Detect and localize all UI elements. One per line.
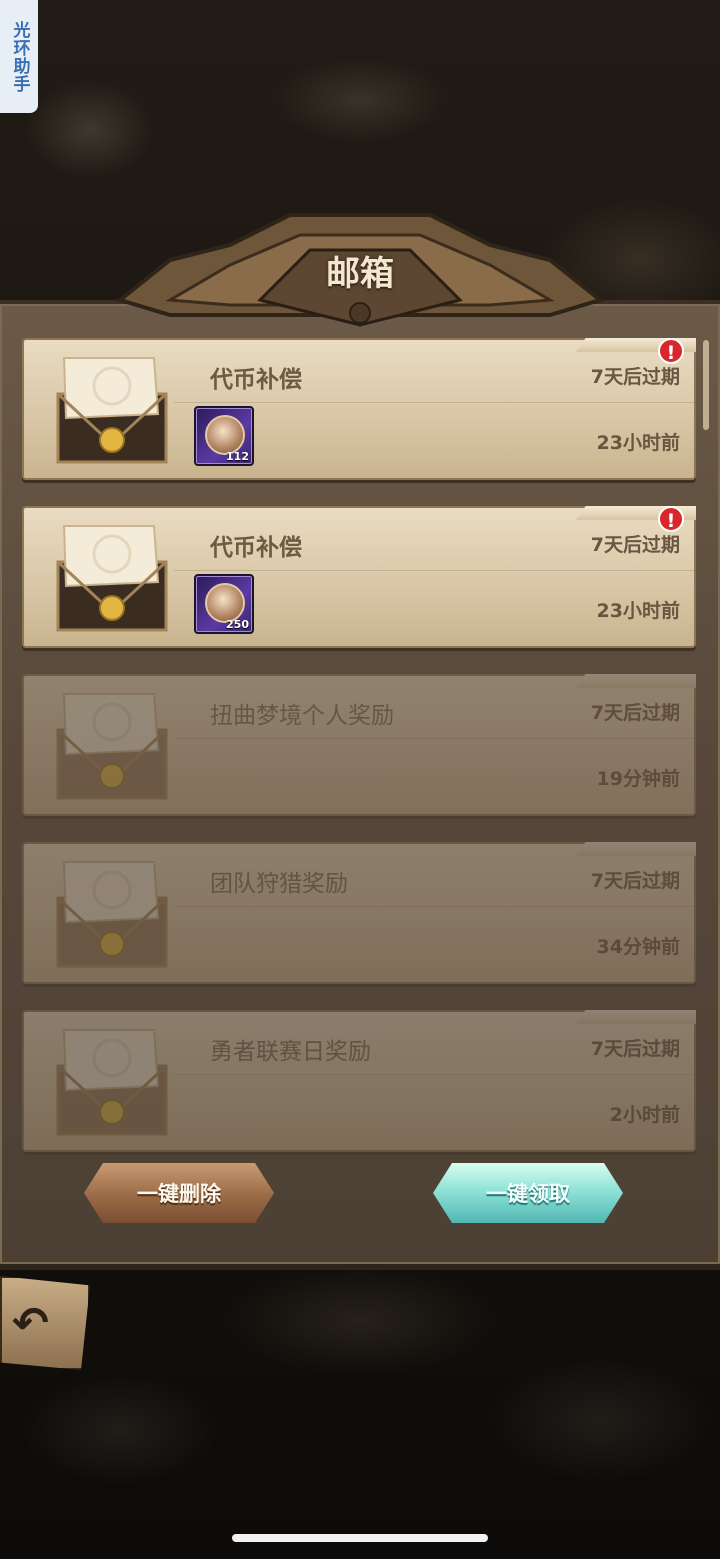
mail-item[interactable]: 代币补偿 7天后过期 23小时前 ! 112 xyxy=(22,338,696,480)
mail-title: 勇者联赛日奖励 xyxy=(210,1039,371,1065)
claim-all-button[interactable]: 一键领取 xyxy=(433,1163,623,1223)
back-arrow-icon: ↶ xyxy=(12,1298,49,1349)
unread-alert-icon: ! xyxy=(658,338,684,364)
mail-time: 19分钟前 xyxy=(596,768,680,790)
mail-time: 23小时前 xyxy=(596,432,680,454)
envelope-icon xyxy=(56,861,168,968)
mail-time: 34分钟前 xyxy=(596,936,680,958)
reward-count: 250 xyxy=(226,618,249,631)
mail-time: 2小时前 xyxy=(609,1104,680,1126)
back-button[interactable]: ↶ xyxy=(0,1276,90,1370)
mailbox-title: 邮箱 xyxy=(326,254,394,294)
mail-title: 团队狩猎奖励 xyxy=(210,871,348,897)
home-indicator[interactable] xyxy=(232,1534,488,1542)
mail-item[interactable]: 勇者联赛日奖励 7天后过期 2小时前 xyxy=(22,1010,696,1152)
mail-list: 代币补偿 7天后过期 23小时前 ! 112 代币补偿 7天后过期 23小时前 … xyxy=(22,338,696,1178)
mail-title: 代币补偿 xyxy=(210,535,302,561)
envelope-icon xyxy=(56,1029,168,1136)
mail-item[interactable]: 代币补偿 7天后过期 23小时前 ! 250 xyxy=(22,506,696,648)
mail-title: 扭曲梦境个人奖励 xyxy=(210,703,394,729)
halo-assistant-tab[interactable]: 光环助手 xyxy=(0,0,38,113)
corner-fold xyxy=(576,842,696,856)
unread-alert-icon: ! xyxy=(658,506,684,532)
mail-expire: 7天后过期 xyxy=(590,366,680,388)
mail-item[interactable]: 团队狩猎奖励 7天后过期 34分钟前 xyxy=(22,842,696,984)
mail-expire: 7天后过期 xyxy=(590,870,680,892)
delete-all-button[interactable]: 一键删除 xyxy=(84,1163,274,1223)
corner-fold xyxy=(576,1010,696,1024)
list-scrollbar[interactable] xyxy=(703,340,709,430)
mail-item[interactable]: 扭曲梦境个人奖励 7天后过期 19分钟前 xyxy=(22,674,696,816)
reward-item[interactable]: 250 xyxy=(194,574,254,634)
mail-expire: 7天后过期 xyxy=(590,702,680,724)
corner-fold xyxy=(576,674,696,688)
envelope-icon xyxy=(56,693,168,800)
mail-expire: 7天后过期 xyxy=(590,1038,680,1060)
clover-coin-icon xyxy=(205,583,245,623)
clover-coin-icon xyxy=(205,415,245,455)
envelope-icon xyxy=(56,357,168,464)
reward-item[interactable]: 112 xyxy=(194,406,254,466)
mail-expire: 7天后过期 xyxy=(590,534,680,556)
reward-count: 112 xyxy=(226,450,249,463)
mail-time: 23小时前 xyxy=(596,600,680,622)
mail-title: 代币补偿 xyxy=(210,367,302,393)
envelope-icon xyxy=(56,525,168,632)
